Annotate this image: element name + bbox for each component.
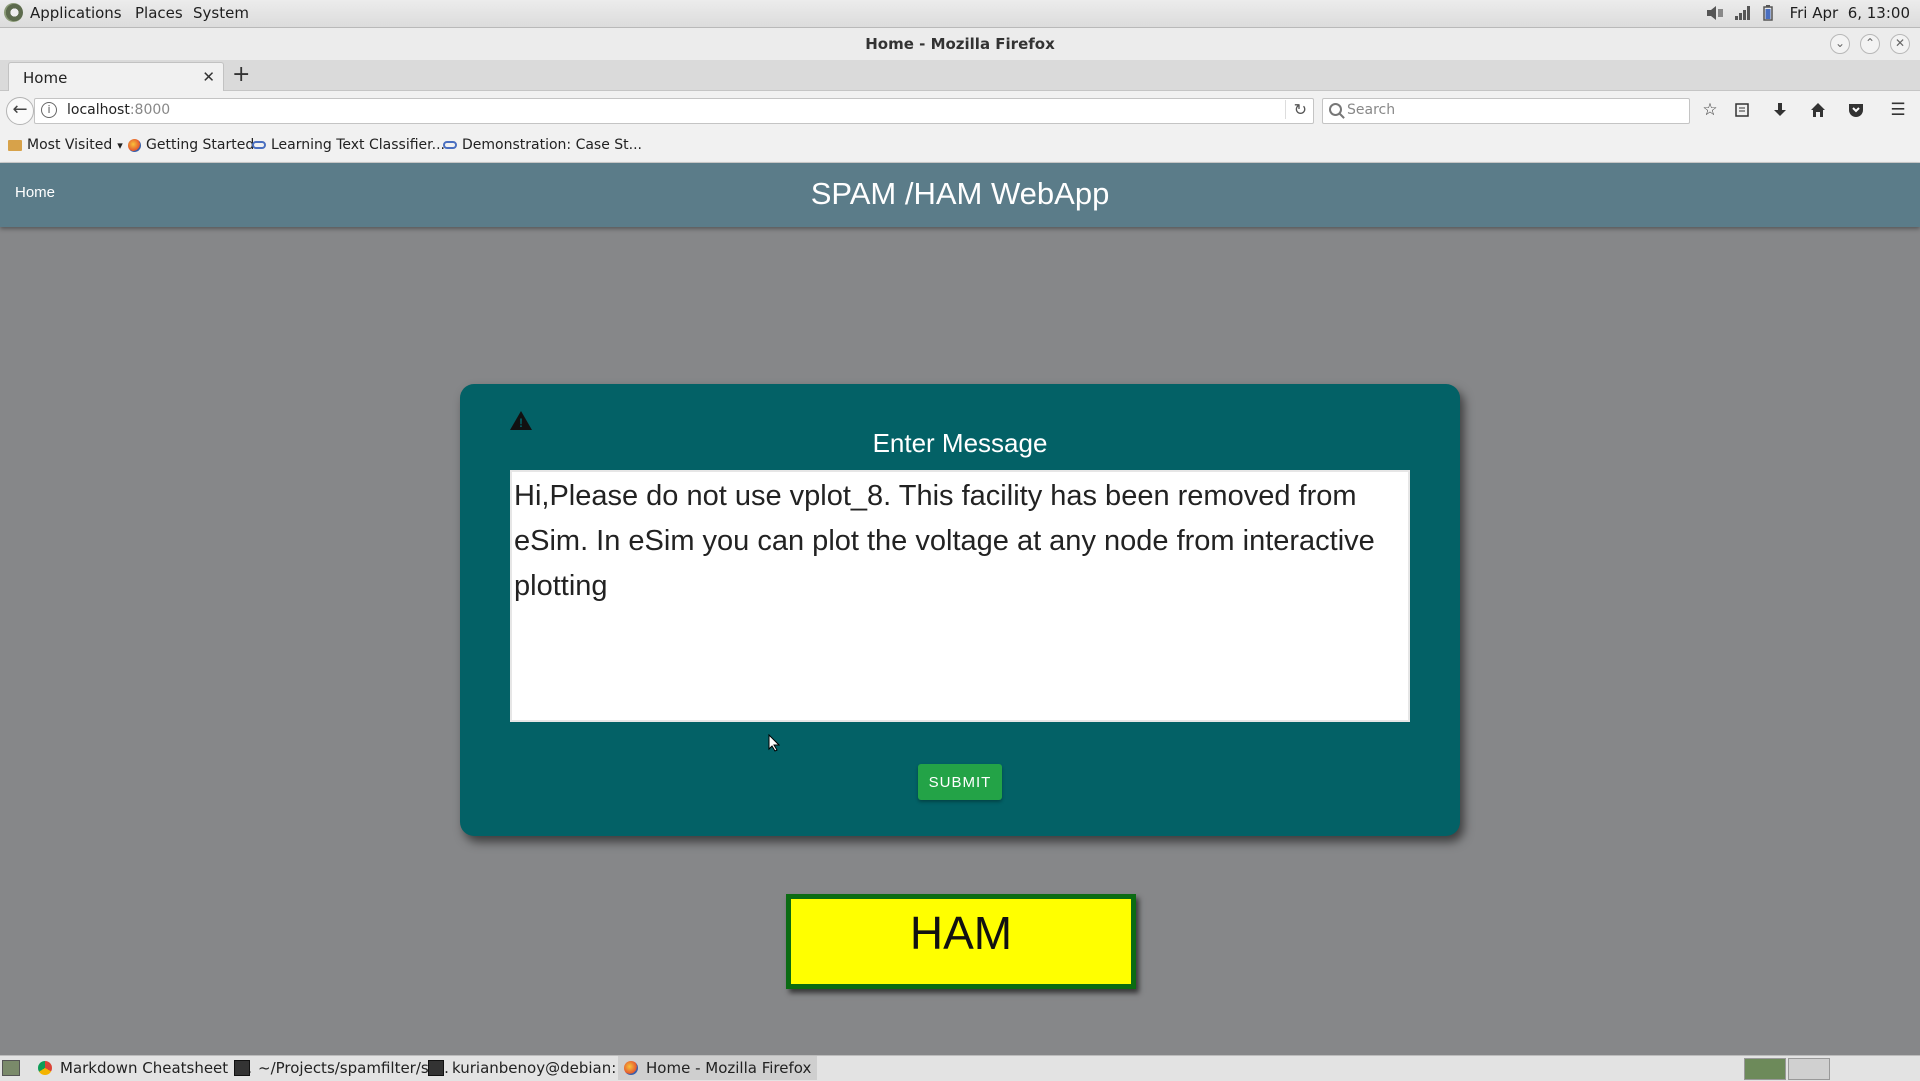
gnome-foot-icon[interactable]	[4, 3, 23, 22]
message-textarea[interactable]: Hi,Please do not use vplot_8. This facil…	[510, 470, 1410, 722]
top-panel: Applications Places System Fri Apr 6, 13…	[0, 0, 1920, 28]
message-form-card: ! Enter Message Hi,Please do not use vpl…	[460, 384, 1460, 836]
home-icon[interactable]	[1806, 98, 1830, 122]
tab-strip: Home ✕ +	[0, 60, 1920, 91]
workspace-switcher[interactable]	[1744, 1058, 1786, 1080]
taskbar-item-files[interactable]: ~/Projects/spamfilter/st...	[228, 1056, 455, 1080]
battery-icon[interactable]	[1762, 5, 1780, 21]
bookmark-label: Learning Text Classifier...	[271, 137, 445, 153]
page-content: Home SPAM /HAM WebApp ! Enter Message Hi…	[0, 163, 1920, 1055]
terminal-icon	[428, 1060, 444, 1076]
close-window-icon[interactable]: ✕	[1890, 34, 1910, 54]
info-icon[interactable]: i	[41, 102, 57, 118]
tab-title: Home	[23, 69, 68, 87]
url-port: :8000	[129, 102, 171, 118]
bottom-taskbar: Markdown Cheatsheet ·... ~/Projects/spam…	[0, 1055, 1920, 1081]
taskbar-item-markdown[interactable]: Markdown Cheatsheet ·...	[32, 1056, 258, 1080]
window-title: Home - Mozilla Firefox	[865, 35, 1055, 53]
result-label: HAM	[909, 907, 1013, 959]
system-tray: Fri Apr 6, 13:00	[1706, 4, 1910, 22]
clock[interactable]: Fri Apr 6, 13:00	[1790, 4, 1910, 22]
taskbar-label: Markdown Cheatsheet ·...	[60, 1059, 253, 1077]
new-tab-icon[interactable]: +	[232, 62, 250, 88]
navigation-toolbar: ← i localhost:8000 ↻ Search ☆ ☰	[0, 91, 1920, 129]
maximize-icon[interactable]: ⌃	[1860, 34, 1880, 54]
bookmark-star-icon[interactable]: ☆	[1698, 98, 1722, 122]
minimize-icon[interactable]: ⌄	[1830, 34, 1850, 54]
workspace-switcher-2[interactable]	[1788, 1058, 1830, 1080]
hamburger-menu-icon[interactable]: ☰	[1886, 98, 1910, 122]
back-arrow-icon[interactable]: ←	[6, 97, 34, 125]
reload-icon[interactable]: ↻	[1284, 100, 1307, 119]
tab-home[interactable]: Home ✕	[8, 62, 224, 91]
applications-menu[interactable]: Applications	[30, 4, 122, 22]
pocket-icon[interactable]	[1844, 98, 1868, 122]
system-menu[interactable]: System	[193, 4, 249, 22]
link-icon	[252, 141, 266, 149]
network-signal-icon[interactable]	[1734, 5, 1752, 21]
result-badge: HAM	[786, 894, 1136, 989]
volume-icon[interactable]	[1706, 5, 1724, 21]
app-title: SPAM /HAM WebApp	[810, 176, 1110, 211]
mouse-cursor-icon	[768, 734, 780, 752]
download-icon[interactable]	[1768, 98, 1792, 122]
url-text[interactable]: localhost:8000	[67, 102, 170, 118]
search-icon	[1329, 103, 1342, 116]
chevron-down-icon: ▾	[117, 138, 123, 152]
taskbar-label: Home - Mozilla Firefox	[646, 1059, 812, 1077]
bookmark-label: Getting Started	[146, 137, 255, 153]
submit-button[interactable]: SUBMIT	[918, 764, 1002, 800]
terminal-icon	[234, 1060, 250, 1076]
search-input[interactable]: Search	[1322, 98, 1690, 124]
bookmark-label: Most Visited	[27, 137, 113, 153]
search-placeholder: Search	[1347, 102, 1396, 118]
firefox-icon	[624, 1061, 638, 1075]
bookmark-label: Demonstration: Case St...	[462, 137, 643, 153]
window-titlebar[interactable]: Home - Mozilla Firefox ⌄ ⌃ ✕	[0, 28, 1920, 60]
link-icon	[443, 141, 457, 149]
taskbar-item-firefox[interactable]: Home - Mozilla Firefox	[618, 1056, 818, 1080]
bookmarks-toolbar: Most Visited ▾ Getting Started Learning …	[0, 129, 1920, 163]
reading-list-icon[interactable]	[1730, 98, 1754, 122]
url-bar[interactable]: i localhost:8000 ↻	[34, 98, 1314, 124]
form-title: Enter Message	[872, 428, 1048, 458]
chrome-icon	[38, 1061, 52, 1075]
firefox-icon	[128, 138, 141, 152]
bookmark-demonstration[interactable]: Demonstration: Case St...	[443, 137, 642, 153]
bookmark-getting-started[interactable]: Getting Started	[128, 137, 254, 153]
folder-icon	[8, 139, 22, 151]
close-tab-icon[interactable]: ✕	[202, 68, 215, 86]
bookmark-most-visited[interactable]: Most Visited ▾	[8, 137, 123, 153]
places-menu[interactable]: Places	[135, 4, 183, 22]
taskbar-label: ~/Projects/spamfilter/st...	[258, 1059, 449, 1077]
bookmark-learning-text-classifier[interactable]: Learning Text Classifier...	[252, 137, 445, 153]
url-host: localhost	[67, 102, 130, 118]
show-desktop-icon[interactable]	[2, 1060, 20, 1076]
app-navbar: Home SPAM /HAM WebApp	[0, 163, 1920, 227]
